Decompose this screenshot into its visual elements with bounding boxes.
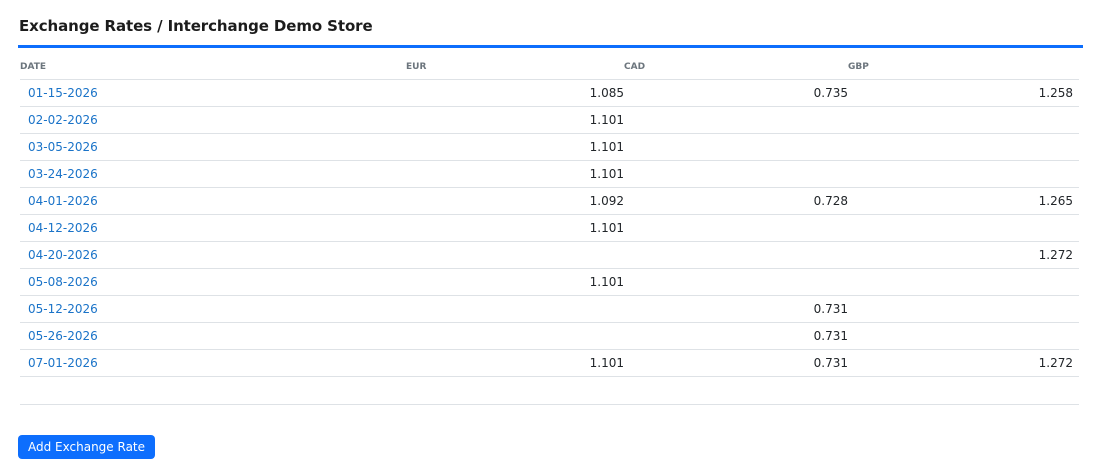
gbp-rate-cell	[848, 322, 1079, 350]
date-cell: 04-12-2026	[20, 214, 406, 242]
date-link[interactable]: 04-01-2026	[20, 194, 98, 208]
eur-rate-cell: 1.101	[406, 106, 624, 134]
gbp-rate-cell: 1.272	[848, 349, 1079, 377]
column-header-eur: EUR	[406, 55, 624, 80]
gbp-rate-cell	[848, 295, 1079, 323]
date-link[interactable]: 05-26-2026	[20, 329, 98, 343]
date-link[interactable]: 01-15-2026	[20, 86, 98, 100]
cad-rate-cell	[624, 106, 848, 134]
table-row: 01-15-2026 1.085 0.735 1.258	[20, 79, 1079, 107]
table-row: 05-26-2026 0.731	[20, 322, 1079, 350]
page-title: Exchange Rates / Interchange Demo Store	[19, 17, 373, 35]
table-row: 02-02-2026 1.101	[20, 106, 1079, 134]
gbp-rate-cell	[848, 133, 1079, 161]
empty-cell	[848, 376, 1079, 405]
eur-rate-cell: 1.101	[406, 268, 624, 296]
date-link[interactable]: 07-01-2026	[20, 356, 98, 370]
gbp-rate-cell	[848, 268, 1079, 296]
date-link[interactable]: 05-12-2026	[20, 302, 98, 316]
table-row: 07-01-2026 1.101 0.731 1.272	[20, 349, 1079, 377]
gbp-rate-cell	[848, 160, 1079, 188]
table-row: 05-08-2026 1.101	[20, 268, 1079, 296]
title-underline	[18, 45, 1083, 48]
exchange-rates-page: Exchange Rates / Interchange Demo Store …	[0, 0, 1100, 459]
cad-rate-cell: 0.731	[624, 322, 848, 350]
table-header-row: DATE EUR CAD GBP	[20, 55, 1079, 80]
date-link[interactable]: 04-12-2026	[20, 221, 98, 235]
eur-rate-cell	[406, 241, 624, 269]
column-header-date: DATE	[20, 55, 406, 80]
eur-rate-cell: 1.092	[406, 187, 624, 215]
table-row: 04-20-2026 1.272	[20, 241, 1079, 269]
date-cell: 04-01-2026	[20, 187, 406, 215]
table-row: 03-05-2026 1.101	[20, 133, 1079, 161]
date-cell: 05-26-2026	[20, 322, 406, 350]
gbp-rate-cell: 1.258	[848, 79, 1079, 107]
gbp-rate-cell	[848, 106, 1079, 134]
date-link[interactable]: 05-08-2026	[20, 275, 98, 289]
date-cell: 05-12-2026	[20, 295, 406, 323]
date-cell: 02-02-2026	[20, 106, 406, 134]
cad-rate-cell: 0.735	[624, 79, 848, 107]
eur-rate-cell	[406, 322, 624, 350]
add-exchange-rate-button[interactable]: Add Exchange Rate	[18, 435, 156, 459]
column-header-cad: CAD	[624, 55, 848, 80]
cad-rate-cell	[624, 214, 848, 242]
eur-rate-cell	[406, 295, 624, 323]
gbp-rate-cell	[848, 214, 1079, 242]
date-cell: 01-15-2026	[20, 79, 406, 107]
eur-rate-cell: 1.085	[406, 79, 624, 107]
date-cell: 03-24-2026	[20, 160, 406, 188]
cad-rate-cell: 0.728	[624, 187, 848, 215]
column-header-gbp: GBP	[848, 55, 1079, 80]
empty-row	[20, 376, 1079, 405]
exchange-rates-table: DATE EUR CAD GBP 01-15-2026 1.085 0.735 1.2…	[20, 55, 1079, 405]
cad-rate-cell	[624, 241, 848, 269]
eur-rate-cell: 1.101	[406, 133, 624, 161]
date-link[interactable]: 03-24-2026	[20, 167, 98, 181]
empty-cell	[20, 376, 406, 405]
date-cell: 05-08-2026	[20, 268, 406, 296]
date-link[interactable]: 04-20-2026	[20, 248, 98, 262]
gbp-rate-cell: 1.265	[848, 187, 1079, 215]
cad-rate-cell: 0.731	[624, 295, 848, 323]
date-link[interactable]: 03-05-2026	[20, 140, 98, 154]
cad-rate-cell	[624, 160, 848, 188]
date-cell: 04-20-2026	[20, 241, 406, 269]
date-link[interactable]: 02-02-2026	[20, 113, 98, 127]
table-row: 05-12-2026 0.731	[20, 295, 1079, 323]
empty-cell	[624, 376, 848, 405]
cad-rate-cell: 0.731	[624, 349, 848, 377]
table-row: 04-12-2026 1.101	[20, 214, 1079, 242]
cad-rate-cell	[624, 268, 848, 296]
eur-rate-cell: 1.101	[406, 349, 624, 377]
cad-rate-cell	[624, 133, 848, 161]
date-cell: 07-01-2026	[20, 349, 406, 377]
table-row: 04-01-2026 1.092 0.728 1.265	[20, 187, 1079, 215]
date-cell: 03-05-2026	[20, 133, 406, 161]
gbp-rate-cell: 1.272	[848, 241, 1079, 269]
table-row: 03-24-2026 1.101	[20, 160, 1079, 188]
empty-cell	[406, 376, 624, 405]
eur-rate-cell: 1.101	[406, 214, 624, 242]
eur-rate-cell: 1.101	[406, 160, 624, 188]
